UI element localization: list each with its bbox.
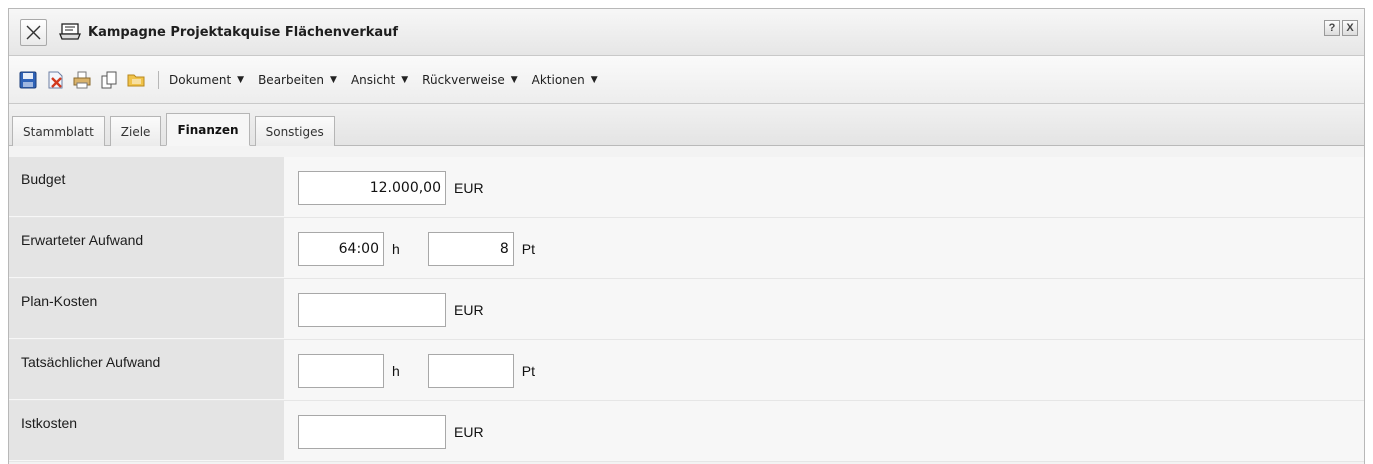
tatsaechlicher-aufwand-days-input[interactable] — [427, 354, 514, 388]
window-title: Kampagne Projektakquise Flächenverkauf — [88, 24, 399, 40]
menu-aktionen[interactable]: Aktionen ▼ — [532, 73, 598, 87]
days-unit: Pt — [521, 363, 536, 379]
document-window: Kampagne Projektakquise Flächenverkauf ?… — [8, 8, 1365, 464]
caret-down-icon: ▼ — [510, 74, 518, 85]
istkosten-input[interactable] — [298, 415, 446, 449]
days-unit: Pt — [521, 241, 536, 257]
caret-down-icon: ▼ — [590, 74, 598, 85]
budget-label: Budget — [9, 157, 284, 217]
menu-label: Dokument — [169, 72, 232, 87]
form-row-tatsaechlicher-aufwand: Tatsächlicher Aufwand h Pt — [9, 340, 1364, 401]
tatsaechlicher-aufwand-label: Tatsächlicher Aufwand — [9, 340, 284, 400]
toolbar: Dokument ▼ Bearbeiten ▼ Ansicht ▼ Rückverwe… — [9, 56, 1364, 104]
toolbar-separator — [158, 70, 159, 89]
delete-icon[interactable] — [45, 70, 65, 90]
budget-input[interactable]: 12.000,00 — [298, 171, 446, 205]
close-document-button[interactable] — [20, 18, 47, 46]
menu-rueckverweise[interactable]: Rückverweise ▼ — [422, 73, 517, 87]
tab-sonstiges[interactable]: Sonstiges — [254, 116, 335, 146]
menu-bearbeiten[interactable]: Bearbeiten ▼ — [258, 73, 337, 87]
form-row-istkosten: Istkosten EUR — [9, 401, 1364, 462]
tab-stammblatt[interactable]: Stammblatt — [12, 116, 105, 146]
erwarteter-aufwand-hours-input[interactable]: 64:00 — [298, 232, 384, 266]
tatsaechlicher-aufwand-hours-input[interactable] — [298, 354, 384, 388]
print-icon[interactable] — [72, 70, 92, 90]
copy-icon[interactable] — [99, 70, 119, 90]
save-icon[interactable] — [18, 70, 38, 90]
plan-kosten-label: Plan-Kosten — [9, 279, 284, 339]
caret-down-icon: ▼ — [401, 74, 409, 85]
hours-unit: h — [392, 363, 400, 379]
menu-label: Aktionen — [531, 72, 585, 87]
form-row-budget: Budget 12.000,00 EUR — [9, 157, 1364, 218]
help-button[interactable]: ? — [1324, 20, 1340, 36]
erwarteter-aufwand-days-input[interactable]: 8 — [427, 232, 514, 266]
hours-unit: h — [392, 241, 400, 257]
plan-kosten-unit: EUR — [454, 302, 484, 318]
tab-finanzen[interactable]: Finanzen — [166, 113, 250, 146]
tab-ziele[interactable]: Ziele — [109, 116, 162, 146]
istkosten-label: Istkosten — [9, 401, 284, 461]
menu-label: Rückverweise — [422, 72, 505, 87]
title-bar: Kampagne Projektakquise Flächenverkauf ?… — [9, 9, 1364, 56]
menu-ansicht[interactable]: Ansicht ▼ — [351, 73, 408, 87]
tab-bar: Stammblatt Ziele Finanzen Sonstiges — [9, 104, 1364, 146]
finance-form: Budget 12.000,00 EUR Erwarteter Aufwand … — [9, 157, 1364, 462]
menu-label: Ansicht — [350, 72, 396, 87]
folder-icon[interactable] — [126, 70, 146, 90]
window-close-button[interactable]: X — [1342, 20, 1358, 36]
menu-label: Bearbeiten — [258, 72, 325, 87]
campaign-icon — [59, 23, 81, 41]
budget-unit: EUR — [454, 180, 484, 196]
erwarteter-aufwand-label: Erwarteter Aufwand — [9, 218, 284, 278]
caret-down-icon: ▼ — [330, 74, 337, 85]
istkosten-unit: EUR — [454, 424, 484, 440]
form-row-erwarteter-aufwand: Erwarteter Aufwand 64:00 h 8 Pt — [9, 218, 1364, 279]
menu-dokument[interactable]: Dokument ▼ — [169, 73, 244, 87]
close-icon — [26, 25, 41, 39]
caret-down-icon: ▼ — [237, 74, 245, 85]
plan-kosten-input[interactable] — [298, 293, 446, 327]
form-row-plan-kosten: Plan-Kosten EUR — [9, 279, 1364, 340]
